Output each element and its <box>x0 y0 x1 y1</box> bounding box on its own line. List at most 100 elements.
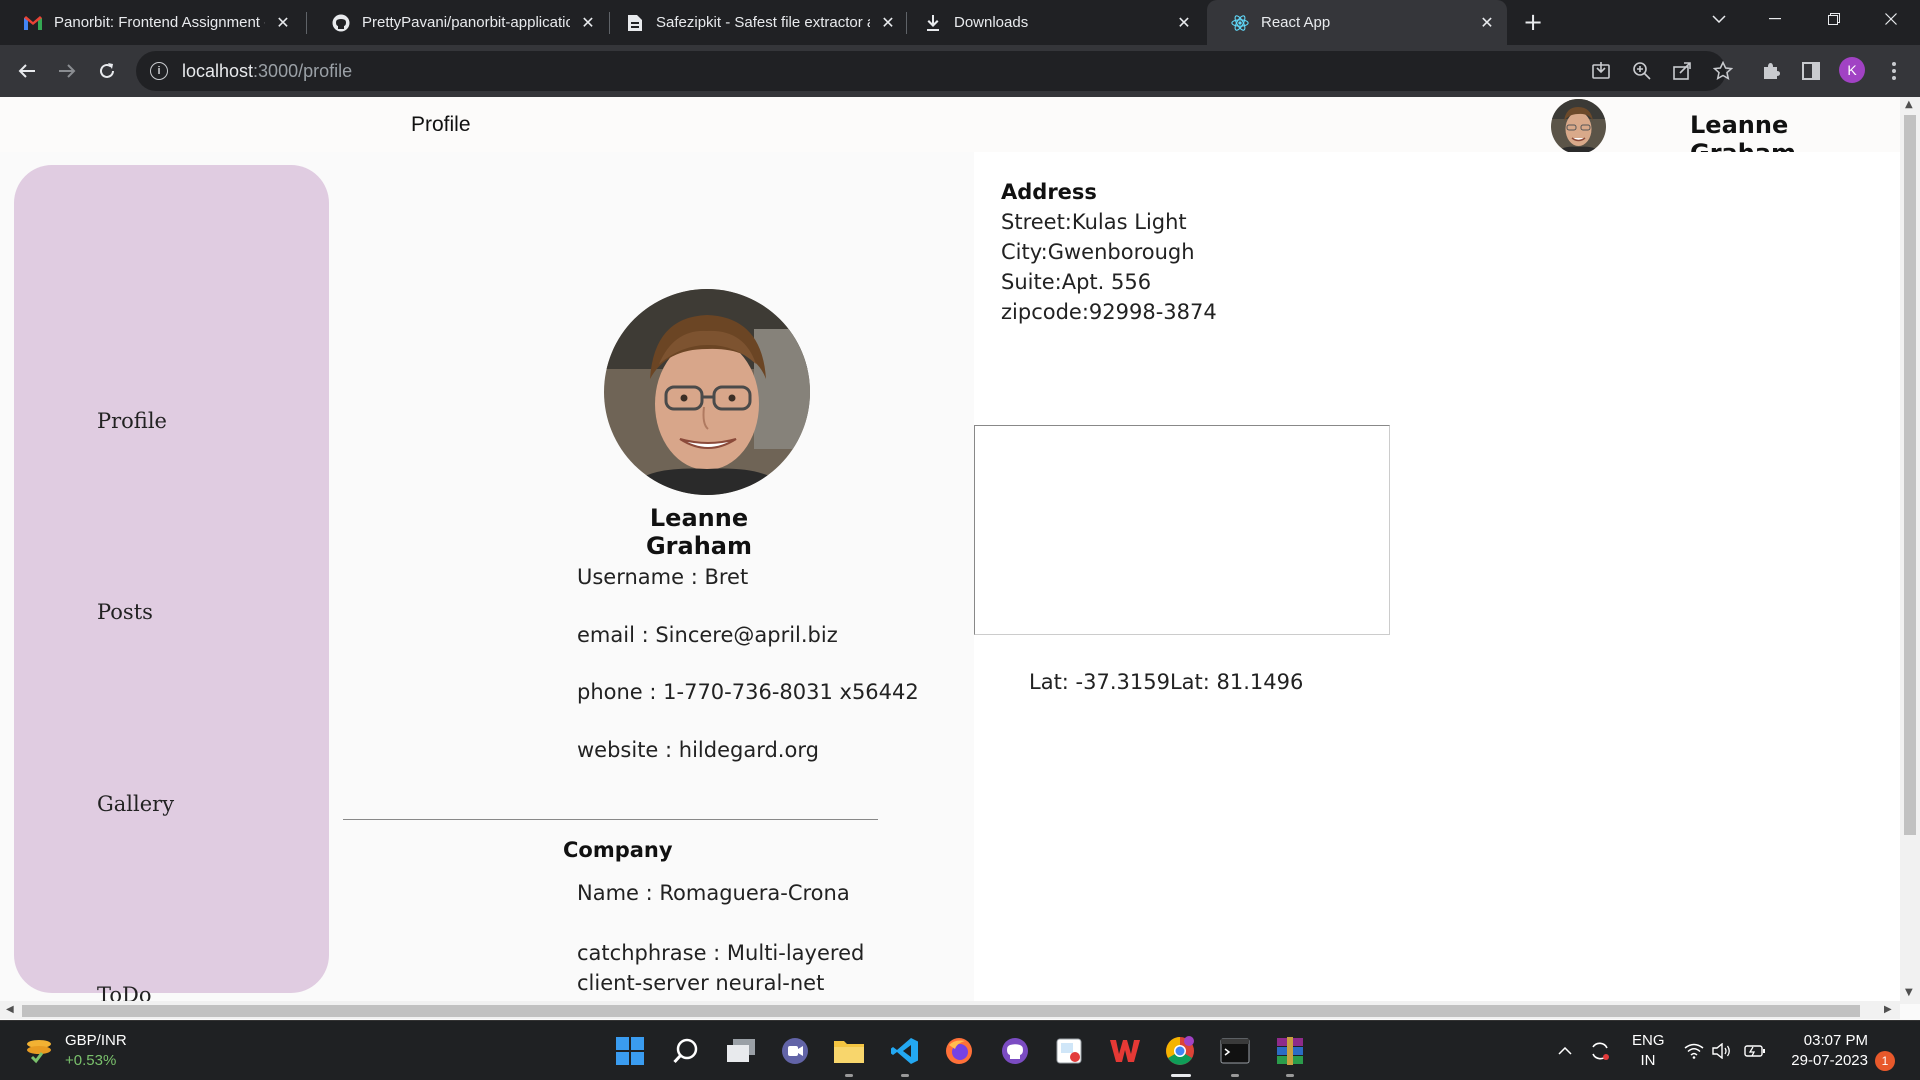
language-region[interactable]: IN <box>1632 1052 1664 1069</box>
sidebar-item-profile[interactable]: Profile <box>97 409 167 433</box>
browser-tab-strip: Panorbit: Frontend Assignment - ✕ Pretty… <box>0 0 1920 45</box>
map-placeholder[interactable] <box>974 425 1390 635</box>
section-divider <box>343 819 878 820</box>
vertical-scroll-thumb[interactable] <box>1904 115 1916 835</box>
address-suite: Suite:Apt. 556 <box>1001 270 1152 294</box>
winrar-icon[interactable] <box>1271 1032 1309 1070</box>
gmail-icon <box>24 14 42 32</box>
volume-icon[interactable] <box>1708 1032 1736 1070</box>
browser-menu-icon[interactable] <box>1878 55 1910 87</box>
company-heading: Company <box>563 838 673 862</box>
back-arrow-icon[interactable] <box>11 55 43 87</box>
reload-icon[interactable] <box>91 55 123 87</box>
tab-react-app[interactable]: React App ✕ <box>1207 0 1507 45</box>
profile-full-name: Leanne Graham <box>645 504 753 560</box>
site-info-icon[interactable]: i <box>150 62 168 80</box>
running-indicator <box>1286 1074 1294 1077</box>
tab-downloads[interactable]: Downloads ✕ <box>900 0 1204 45</box>
profile-phone: phone : 1-770-736-8031 x56442 <box>577 680 919 704</box>
scroll-up-icon[interactable]: ▲ <box>1905 99 1913 110</box>
side-panel-icon[interactable] <box>1795 55 1827 87</box>
windows-start-icon[interactable] <box>611 1032 649 1070</box>
extensions-icon[interactable] <box>1755 55 1787 87</box>
running-indicator <box>1231 1074 1239 1077</box>
running-indicator <box>845 1074 853 1077</box>
ticker-change[interactable]: +0.53% <box>65 1052 116 1069</box>
wps-office-icon[interactable] <box>1106 1032 1144 1070</box>
file-explorer-icon[interactable] <box>830 1032 868 1070</box>
close-window-icon[interactable] <box>1868 0 1914 38</box>
install-app-icon[interactable] <box>1585 55 1617 87</box>
company-name: Name : Romaguera-Crona <box>577 881 850 905</box>
profile-website: website : hildegard.org <box>577 738 819 762</box>
bookmark-star-icon[interactable] <box>1707 55 1739 87</box>
download-icon <box>924 14 942 32</box>
vscode-icon[interactable] <box>886 1032 924 1070</box>
tab-title: Panorbit: Frontend Assignment - <box>54 14 265 31</box>
github-icon <box>332 14 350 32</box>
url-path: :3000/profile <box>253 60 353 81</box>
scroll-left-icon[interactable]: ◀ <box>6 1004 14 1015</box>
app-header: Profile Leanne Graham <box>0 97 1900 167</box>
sidebar-item-posts[interactable]: Posts <box>97 600 153 624</box>
sync-icon[interactable] <box>1586 1032 1614 1070</box>
horizontal-scrollbar[interactable]: ◀ ▶ <box>0 1001 1900 1019</box>
chrome-icon[interactable] <box>1161 1032 1199 1070</box>
restore-icon[interactable] <box>1811 0 1857 38</box>
close-icon[interactable]: ✕ <box>878 13 898 33</box>
windows-taskbar: GBP/INR +0.53% ENG IN 03:07 PM 29-07-202… <box>0 1020 1920 1080</box>
tab-separator <box>306 12 307 34</box>
tab-github[interactable]: PrettyPavani/panorbit-applicatior ✕ <box>308 0 608 45</box>
minimize-icon[interactable] <box>1752 0 1798 38</box>
task-view-icon[interactable] <box>722 1032 760 1070</box>
profile-avatar <box>604 289 810 495</box>
scroll-right-icon[interactable]: ▶ <box>1884 1004 1892 1015</box>
ticker-name[interactable]: GBP/INR <box>65 1032 127 1049</box>
tab-title: React App <box>1261 14 1331 31</box>
browser-profile-avatar[interactable]: K <box>1839 57 1865 83</box>
horizontal-scroll-thumb[interactable] <box>22 1005 1860 1017</box>
snipping-tool-icon[interactable] <box>1050 1032 1088 1070</box>
clock-date[interactable]: 29-07-2023 <box>1780 1052 1868 1069</box>
github-desktop-icon[interactable] <box>996 1032 1034 1070</box>
terminal-icon[interactable] <box>1216 1032 1254 1070</box>
active-indicator <box>1171 1074 1191 1077</box>
battery-icon[interactable] <box>1741 1032 1769 1070</box>
header-avatar[interactable] <box>1551 99 1606 154</box>
clock-time[interactable]: 03:07 PM <box>1780 1032 1868 1049</box>
address-zipcode: zipcode:92998-3874 <box>1001 300 1217 324</box>
firefox-icon[interactable] <box>940 1032 978 1070</box>
url-text[interactable]: localhost:3000/profile <box>182 61 352 82</box>
sidebar-item-gallery[interactable]: Gallery <box>97 792 174 816</box>
scroll-down-icon[interactable]: ▼ <box>1905 987 1913 998</box>
wifi-icon[interactable] <box>1680 1032 1708 1070</box>
ticker-icon[interactable] <box>24 1035 54 1065</box>
tab-safezipkit[interactable]: Safezipkit - Safest file extractor ar ✕ <box>602 0 908 45</box>
share-icon[interactable] <box>1666 55 1698 87</box>
profile-email: email : Sincere@april.biz <box>577 623 838 647</box>
vertical-scrollbar[interactable]: ▲ ▼ <box>1900 97 1920 1004</box>
url-host: localhost <box>182 60 254 81</box>
address-city: City:Gwenborough <box>1001 240 1195 264</box>
profile-username: Username : Bret <box>577 565 749 589</box>
language-code[interactable]: ENG <box>1632 1032 1665 1049</box>
notification-badge[interactable]: 1 <box>1875 1051 1895 1071</box>
tab-gmail[interactable]: Panorbit: Frontend Assignment - ✕ <box>0 0 303 45</box>
tab-title: Safezipkit - Safest file extractor ar <box>656 14 870 31</box>
forward-arrow-icon[interactable] <box>51 55 83 87</box>
chevron-up-icon[interactable] <box>1555 1032 1575 1070</box>
close-icon[interactable]: ✕ <box>1174 13 1194 33</box>
company-catchphrase: catchphrase : Multi-layered client-serve… <box>577 941 865 995</box>
address-street: Street:Kulas Light <box>1001 210 1187 234</box>
close-icon[interactable]: ✕ <box>273 13 293 33</box>
address-heading: Address <box>1001 180 1097 204</box>
close-icon[interactable]: ✕ <box>578 13 598 33</box>
teams-chat-icon[interactable] <box>776 1032 814 1070</box>
new-tab-button[interactable]: + <box>1519 8 1547 36</box>
tab-title: Downloads <box>954 14 1029 31</box>
search-icon[interactable] <box>667 1032 705 1070</box>
tab-search-chevron-icon[interactable] <box>1696 0 1742 38</box>
address-bar[interactable]: i localhost:3000/profile <box>136 51 1726 91</box>
zoom-icon[interactable] <box>1626 55 1658 87</box>
close-icon[interactable]: ✕ <box>1477 13 1497 33</box>
